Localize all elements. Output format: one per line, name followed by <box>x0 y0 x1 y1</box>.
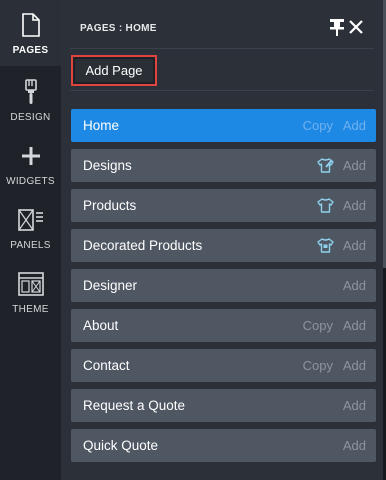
rail-item-design[interactable]: DESIGN <box>0 76 61 123</box>
close-icon[interactable] <box>347 18 365 36</box>
toolbar-divider <box>70 90 374 91</box>
page-name: Home <box>83 118 120 133</box>
add-button[interactable]: Add <box>343 318 366 333</box>
panels-icon <box>17 204 44 236</box>
add-button[interactable]: Add <box>343 118 366 133</box>
page-name: Request a Quote <box>83 398 186 413</box>
rail-item-pages[interactable]: PAGES <box>0 0 61 66</box>
page-row-about[interactable]: About Copy Add <box>71 309 376 342</box>
add-page-button[interactable]: Add Page <box>75 59 153 82</box>
pages-panel: PAGES : HOME Add Page Home Copy Add Desi… <box>61 0 383 480</box>
page-name: Products <box>83 198 137 213</box>
page-name: Quick Quote <box>83 438 159 453</box>
page-row-products[interactable]: Products Add <box>71 189 376 222</box>
header-divider <box>70 48 374 49</box>
add-button[interactable]: Add <box>343 398 366 413</box>
rail-item-widgets[interactable]: WIDGETS <box>0 140 61 187</box>
add-button[interactable]: Add <box>343 278 366 293</box>
rail-label-panels: PANELS <box>10 240 51 251</box>
rail-label-theme: THEME <box>12 304 49 315</box>
page-row-decorated-products[interactable]: Decorated Products Add <box>71 229 376 262</box>
rail-label-design: DESIGN <box>10 112 51 123</box>
rail-item-panels[interactable]: PANELS <box>0 204 61 251</box>
add-button[interactable]: Add <box>343 438 366 453</box>
plus-icon <box>21 140 41 172</box>
add-button[interactable]: Add <box>343 358 366 373</box>
page-row-quick-quote[interactable]: Quick Quote Add <box>71 429 376 462</box>
panel-title: PAGES : HOME <box>80 23 157 34</box>
theme-icon <box>17 268 44 300</box>
tshirt-design-icon[interactable] <box>317 157 334 174</box>
rail-item-theme[interactable]: THEME <box>0 268 61 315</box>
copy-button[interactable]: Copy <box>303 318 333 333</box>
brush-icon <box>23 76 39 108</box>
page-row-contact[interactable]: Contact Copy Add <box>71 349 376 382</box>
page-row-designs[interactable]: Designs Add <box>71 149 376 182</box>
page-name: Designs <box>83 158 132 173</box>
page-name: Decorated Products <box>83 238 203 253</box>
add-page-highlight: Add Page <box>71 55 157 86</box>
page-icon <box>21 9 40 41</box>
page-row-request-a-quote[interactable]: Request a Quote Add <box>71 389 376 422</box>
add-button[interactable]: Add <box>343 198 366 213</box>
rail-label-widgets: WIDGETS <box>6 176 55 187</box>
rail-label-pages: PAGES <box>12 45 49 56</box>
tshirt-icon[interactable] <box>317 197 334 214</box>
add-button[interactable]: Add <box>343 158 366 173</box>
tshirt-decorated-icon[interactable] <box>317 237 334 254</box>
copy-button[interactable]: Copy <box>303 358 333 373</box>
page-name: Contact <box>83 358 130 373</box>
page-row-designer[interactable]: Designer Add <box>71 269 376 302</box>
left-rail: PAGES DESIGN WIDGETS PANELS THEME <box>0 0 61 480</box>
copy-button[interactable]: Copy <box>303 118 333 133</box>
add-button[interactable]: Add <box>343 238 366 253</box>
page-name: About <box>83 318 119 333</box>
pin-icon[interactable] <box>329 18 345 36</box>
page-name: Designer <box>83 278 138 293</box>
page-row-home[interactable]: Home Copy Add <box>71 109 376 142</box>
